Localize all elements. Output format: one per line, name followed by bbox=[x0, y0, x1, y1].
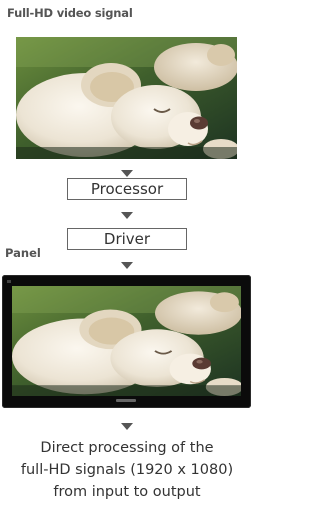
puppy-photo bbox=[16, 37, 237, 159]
caption: Direct processing of the full-HD signals… bbox=[0, 437, 254, 503]
caption-line-2: full-HD signals (1920 x 1080) bbox=[20, 462, 234, 478]
down-triangle-icon bbox=[121, 170, 133, 177]
tv-screen bbox=[12, 286, 241, 396]
processor-box: Processor bbox=[67, 178, 187, 200]
tv-indicator bbox=[7, 280, 11, 283]
source-image bbox=[16, 37, 237, 159]
caption-line-3: from input to output bbox=[53, 484, 201, 500]
video-signal-title: Full-HD video signal bbox=[7, 6, 133, 20]
panel-label: Panel bbox=[5, 246, 41, 260]
down-triangle-icon bbox=[121, 212, 133, 219]
down-triangle-icon bbox=[121, 262, 133, 269]
caption-line-1: Direct processing of the bbox=[40, 440, 214, 456]
tv-brand-logo bbox=[116, 399, 136, 402]
tv-panel bbox=[2, 275, 251, 408]
puppy-photo-on-tv bbox=[12, 286, 241, 396]
down-triangle-icon bbox=[121, 423, 133, 430]
driver-box: Driver bbox=[67, 228, 187, 250]
